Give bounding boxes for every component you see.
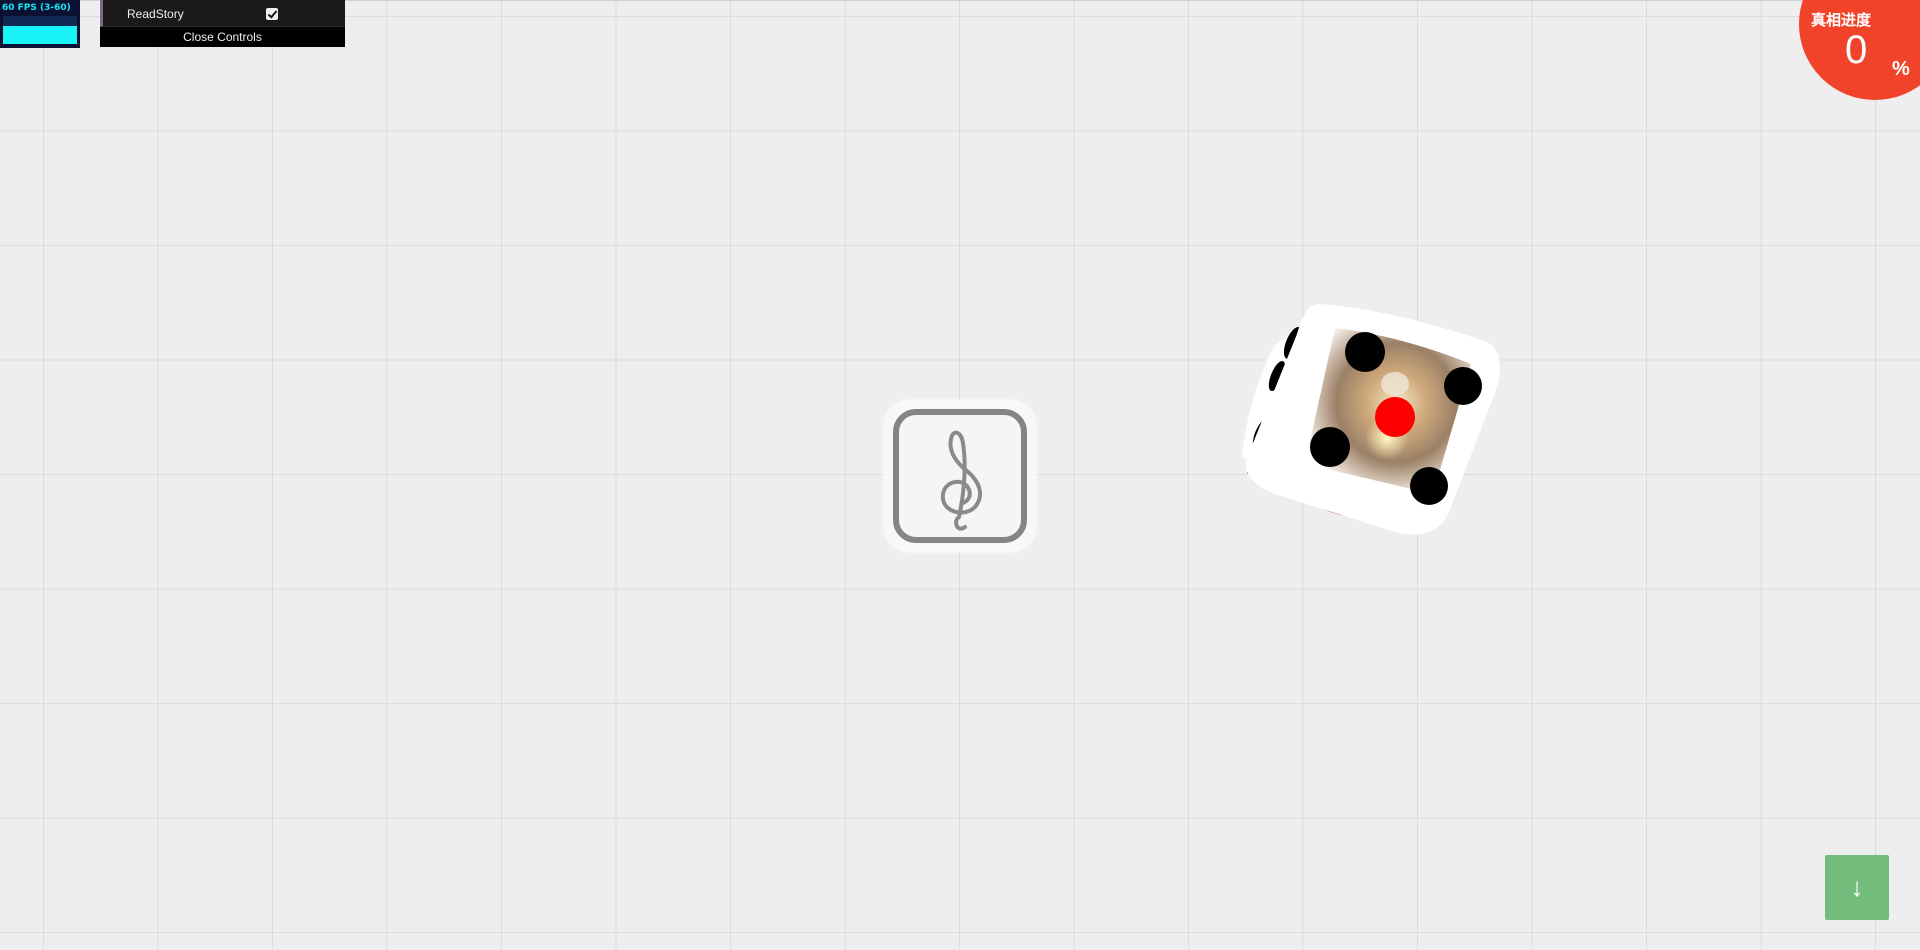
scroll-down-button[interactable]: ↓ [1825,855,1889,920]
fps-stats-panel[interactable]: 60 FPS (3-60) [0,0,80,48]
control-row-readstory[interactable]: ReadStory [100,0,345,27]
progress-value: 0 [1845,28,1868,72]
truth-progress-badge: 真相进度 0 % [1799,0,1920,100]
fps-graph-bar [3,25,77,44]
music-toggle-button[interactable] [884,400,1036,552]
canvas-stage[interactable]: 60 FPS (3-60) ReadStory Close Controls 真… [0,0,1920,950]
controls-panel: ReadStory Close Controls [100,0,345,47]
progress-unit: % [1892,58,1910,80]
arrow-down-icon: ↓ [1850,872,1864,902]
close-controls-button[interactable]: Close Controls [100,27,345,47]
fps-readout: 60 FPS (3-60) [2,3,71,13]
dice[interactable] [1235,298,1505,538]
treble-clef-icon [893,409,1027,543]
readstory-label: ReadStory [127,7,184,21]
fps-graph [3,16,77,44]
readstory-checkbox[interactable] [266,8,278,20]
progress-label: 真相进度 [1811,11,1872,29]
